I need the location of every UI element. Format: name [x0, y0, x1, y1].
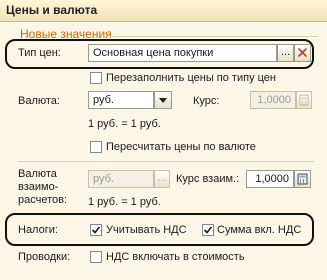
currency-dropdown-button[interactable]	[154, 91, 172, 109]
price-type-select-button[interactable]: ...	[277, 44, 294, 62]
rate-field: 1,0000	[250, 91, 296, 109]
account-vat-label: Учитывать НДС	[106, 224, 187, 236]
settlement-currency-label-line1: Валюта	[18, 168, 57, 180]
account-vat-checkbox[interactable]	[90, 224, 102, 236]
price-type-clear-button[interactable]	[294, 44, 311, 62]
settlement-rate-label: Курс взаим.:	[176, 173, 240, 185]
section-divider	[18, 161, 314, 162]
include-vat-in-cost-label: НДС включать в стоимость	[106, 251, 245, 263]
settlement-currency-field: руб.	[88, 170, 154, 188]
currency-field[interactable]: руб.	[88, 91, 154, 109]
settlement-rate-field[interactable]: 1,0000	[246, 170, 294, 188]
group-divider	[110, 36, 318, 37]
close-icon	[295, 48, 310, 64]
window-title: Цены и валюта	[6, 3, 98, 17]
calculator-icon	[297, 94, 311, 111]
postings-label: Проводки:	[18, 251, 71, 263]
price-type-field[interactable]: Основная цена покупки	[88, 44, 277, 62]
rate-calculator-button	[296, 91, 312, 109]
settlement-conversion-text: 1 руб. = 1 руб.	[88, 196, 161, 208]
refill-prices-checkbox[interactable]	[90, 72, 102, 84]
conversion-text: 1 руб. = 1 руб.	[88, 118, 161, 130]
checkmark-icon	[91, 226, 101, 234]
taxes-label: Налоги:	[18, 224, 58, 236]
sum-incl-vat-checkbox[interactable]	[202, 224, 214, 236]
settlement-rate-calculator-button[interactable]	[294, 170, 311, 188]
include-vat-in-cost-checkbox[interactable]	[90, 251, 102, 263]
settlement-currency-label-line2: взаимо-	[18, 181, 59, 193]
price-type-label: Тип цен:	[18, 47, 61, 59]
recalc-prices-label: Пересчитать цены по валюте	[106, 141, 256, 153]
window-titlebar: Цены и валюта	[0, 0, 327, 22]
settlement-currency-label-line3: расчетов:	[18, 194, 68, 206]
rate-label: Курс:	[193, 95, 220, 107]
calculator-icon	[295, 173, 310, 190]
chevron-down-icon	[155, 98, 171, 111]
settlement-currency-select-button: ...	[154, 170, 170, 188]
recalc-prices-checkbox[interactable]	[90, 141, 102, 153]
currency-label: Валюта:	[18, 95, 60, 107]
prices-and-currency-window: Цены и валюта Новые значения Тип цен: Ос…	[0, 0, 327, 280]
checkmark-icon	[203, 226, 213, 234]
sum-incl-vat-label: Сумма вкл. НДС	[217, 224, 302, 236]
refill-prices-label: Перезаполнить цены по типу цен	[106, 72, 277, 84]
